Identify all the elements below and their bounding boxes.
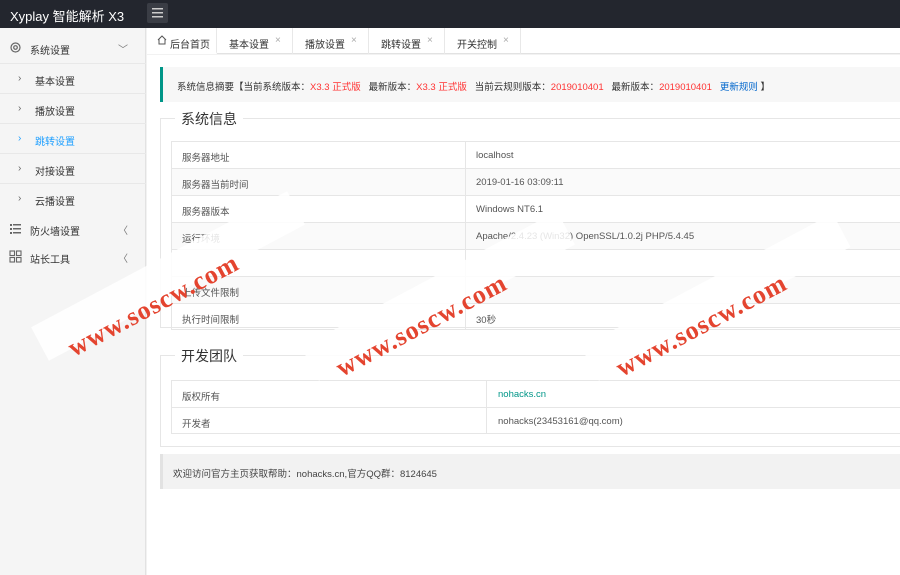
sidebar-item-label: 基本设置: [35, 77, 75, 88]
table-row: 服务器地址 localhost: [171, 141, 900, 168]
update-rules-link[interactable]: 更新规则: [720, 82, 758, 93]
sidebar-item-redirect[interactable]: › 跳转设置: [0, 123, 146, 153]
sidebar-item-cloud[interactable]: › 云播设置: [0, 183, 146, 213]
sidebar-group-system[interactable]: 系统设置 ﹀: [0, 34, 146, 62]
chevron-right-icon: ›: [18, 133, 22, 144]
sidebar-item-label: 对接设置: [35, 167, 75, 178]
sidebar-group-label: 站长工具: [30, 255, 70, 266]
main-content: 系统信息摘要【当前系统版本：X3.3 正式版 最新版本：X3.3 正式版 当前云…: [147, 55, 900, 575]
chevron-right-icon: ›: [18, 193, 22, 204]
version-notice: 系统信息摘要【当前系统版本：X3.3 正式版 最新版本：X3.3 正式版 当前云…: [160, 67, 900, 102]
hamburger-icon: [152, 8, 163, 18]
tab-basic[interactable]: 基本设置 ×: [217, 28, 293, 54]
close-icon[interactable]: ×: [503, 35, 509, 46]
close-icon[interactable]: ×: [351, 35, 357, 46]
version-summary: 系统信息摘要【当前系统版本：X3.3 正式版 最新版本：X3.3 正式版 当前云…: [177, 82, 770, 93]
tab-label: 开关控制: [457, 40, 497, 51]
tab-label: 基本设置: [229, 40, 269, 51]
list-icon: [10, 224, 21, 234]
sidebar-group-label: 防火墙设置: [30, 227, 80, 238]
section-title: 系统信息: [175, 109, 243, 129]
chevron-left-icon: 〈: [118, 226, 128, 237]
sidebar-item-label: 跳转设置: [35, 137, 75, 148]
top-bar: Xyplay 智能解析 X3: [0, 0, 900, 28]
app-title: Xyplay 智能解析 X3: [10, 9, 125, 24]
tab-label: 后台首页: [170, 40, 210, 51]
sidebar-group-label: 系统设置: [30, 46, 70, 57]
home-icon: [157, 35, 167, 45]
tab-switch[interactable]: 开关控制 ×: [445, 28, 521, 54]
chevron-right-icon: ›: [18, 73, 22, 84]
tab-home[interactable]: 后台首页: [147, 28, 217, 54]
sidebar-item-play[interactable]: › 播放设置: [0, 93, 146, 123]
close-icon[interactable]: ×: [427, 35, 433, 46]
tab-bar: 后台首页 基本设置 × 播放设置 × 跳转设置 × 开关控制 ×: [147, 28, 900, 54]
help-notice: 欢迎访问官方主页获取帮助：nohacks.cn,官方QQ群：8124645: [160, 454, 900, 489]
tab-play[interactable]: 播放设置 ×: [293, 28, 369, 54]
table-row: 执行时间限制 30秒: [171, 303, 900, 330]
team-panel: 开发团队 版权所有 nohacks.cn 开发者 nohacks(23453161@…: [160, 346, 900, 447]
sidebar-item-basic[interactable]: › 基本设置: [0, 63, 146, 93]
table-row: 开发者 nohacks(23453161@qq.com): [171, 407, 900, 434]
sidebar-item-connect[interactable]: › 对接设置: [0, 153, 146, 183]
table-row: 版权所有 nohacks.cn: [171, 380, 900, 407]
chevron-right-icon: ›: [18, 103, 22, 114]
table-row: 上传文件限制: [171, 276, 900, 303]
menu-toggle-button[interactable]: [147, 3, 168, 23]
chevron-left-icon: 〈: [118, 254, 128, 265]
sidebar-group-tools[interactable]: 站长工具 〈: [0, 243, 146, 271]
copyright-link[interactable]: nohacks.cn: [498, 389, 546, 400]
tab-label: 播放设置: [305, 40, 345, 51]
grid-icon: [9, 250, 22, 263]
table-row: 服务器当前时间 2019-01-16 03:09:11: [171, 168, 900, 195]
section-title: 开发团队: [175, 346, 243, 366]
tab-label: 跳转设置: [381, 40, 421, 51]
sidebar-item-label: 播放设置: [35, 107, 75, 118]
chevron-right-icon: ›: [18, 163, 22, 174]
close-icon[interactable]: ×: [275, 35, 281, 46]
chevron-down-icon: ﹀: [118, 45, 128, 56]
sidebar-item-label: 云播设置: [35, 197, 75, 208]
tab-redirect[interactable]: 跳转设置 ×: [369, 28, 445, 54]
gear-icon: [10, 42, 21, 53]
sidebar-group-firewall[interactable]: 防火墙设置 〈: [0, 215, 146, 243]
